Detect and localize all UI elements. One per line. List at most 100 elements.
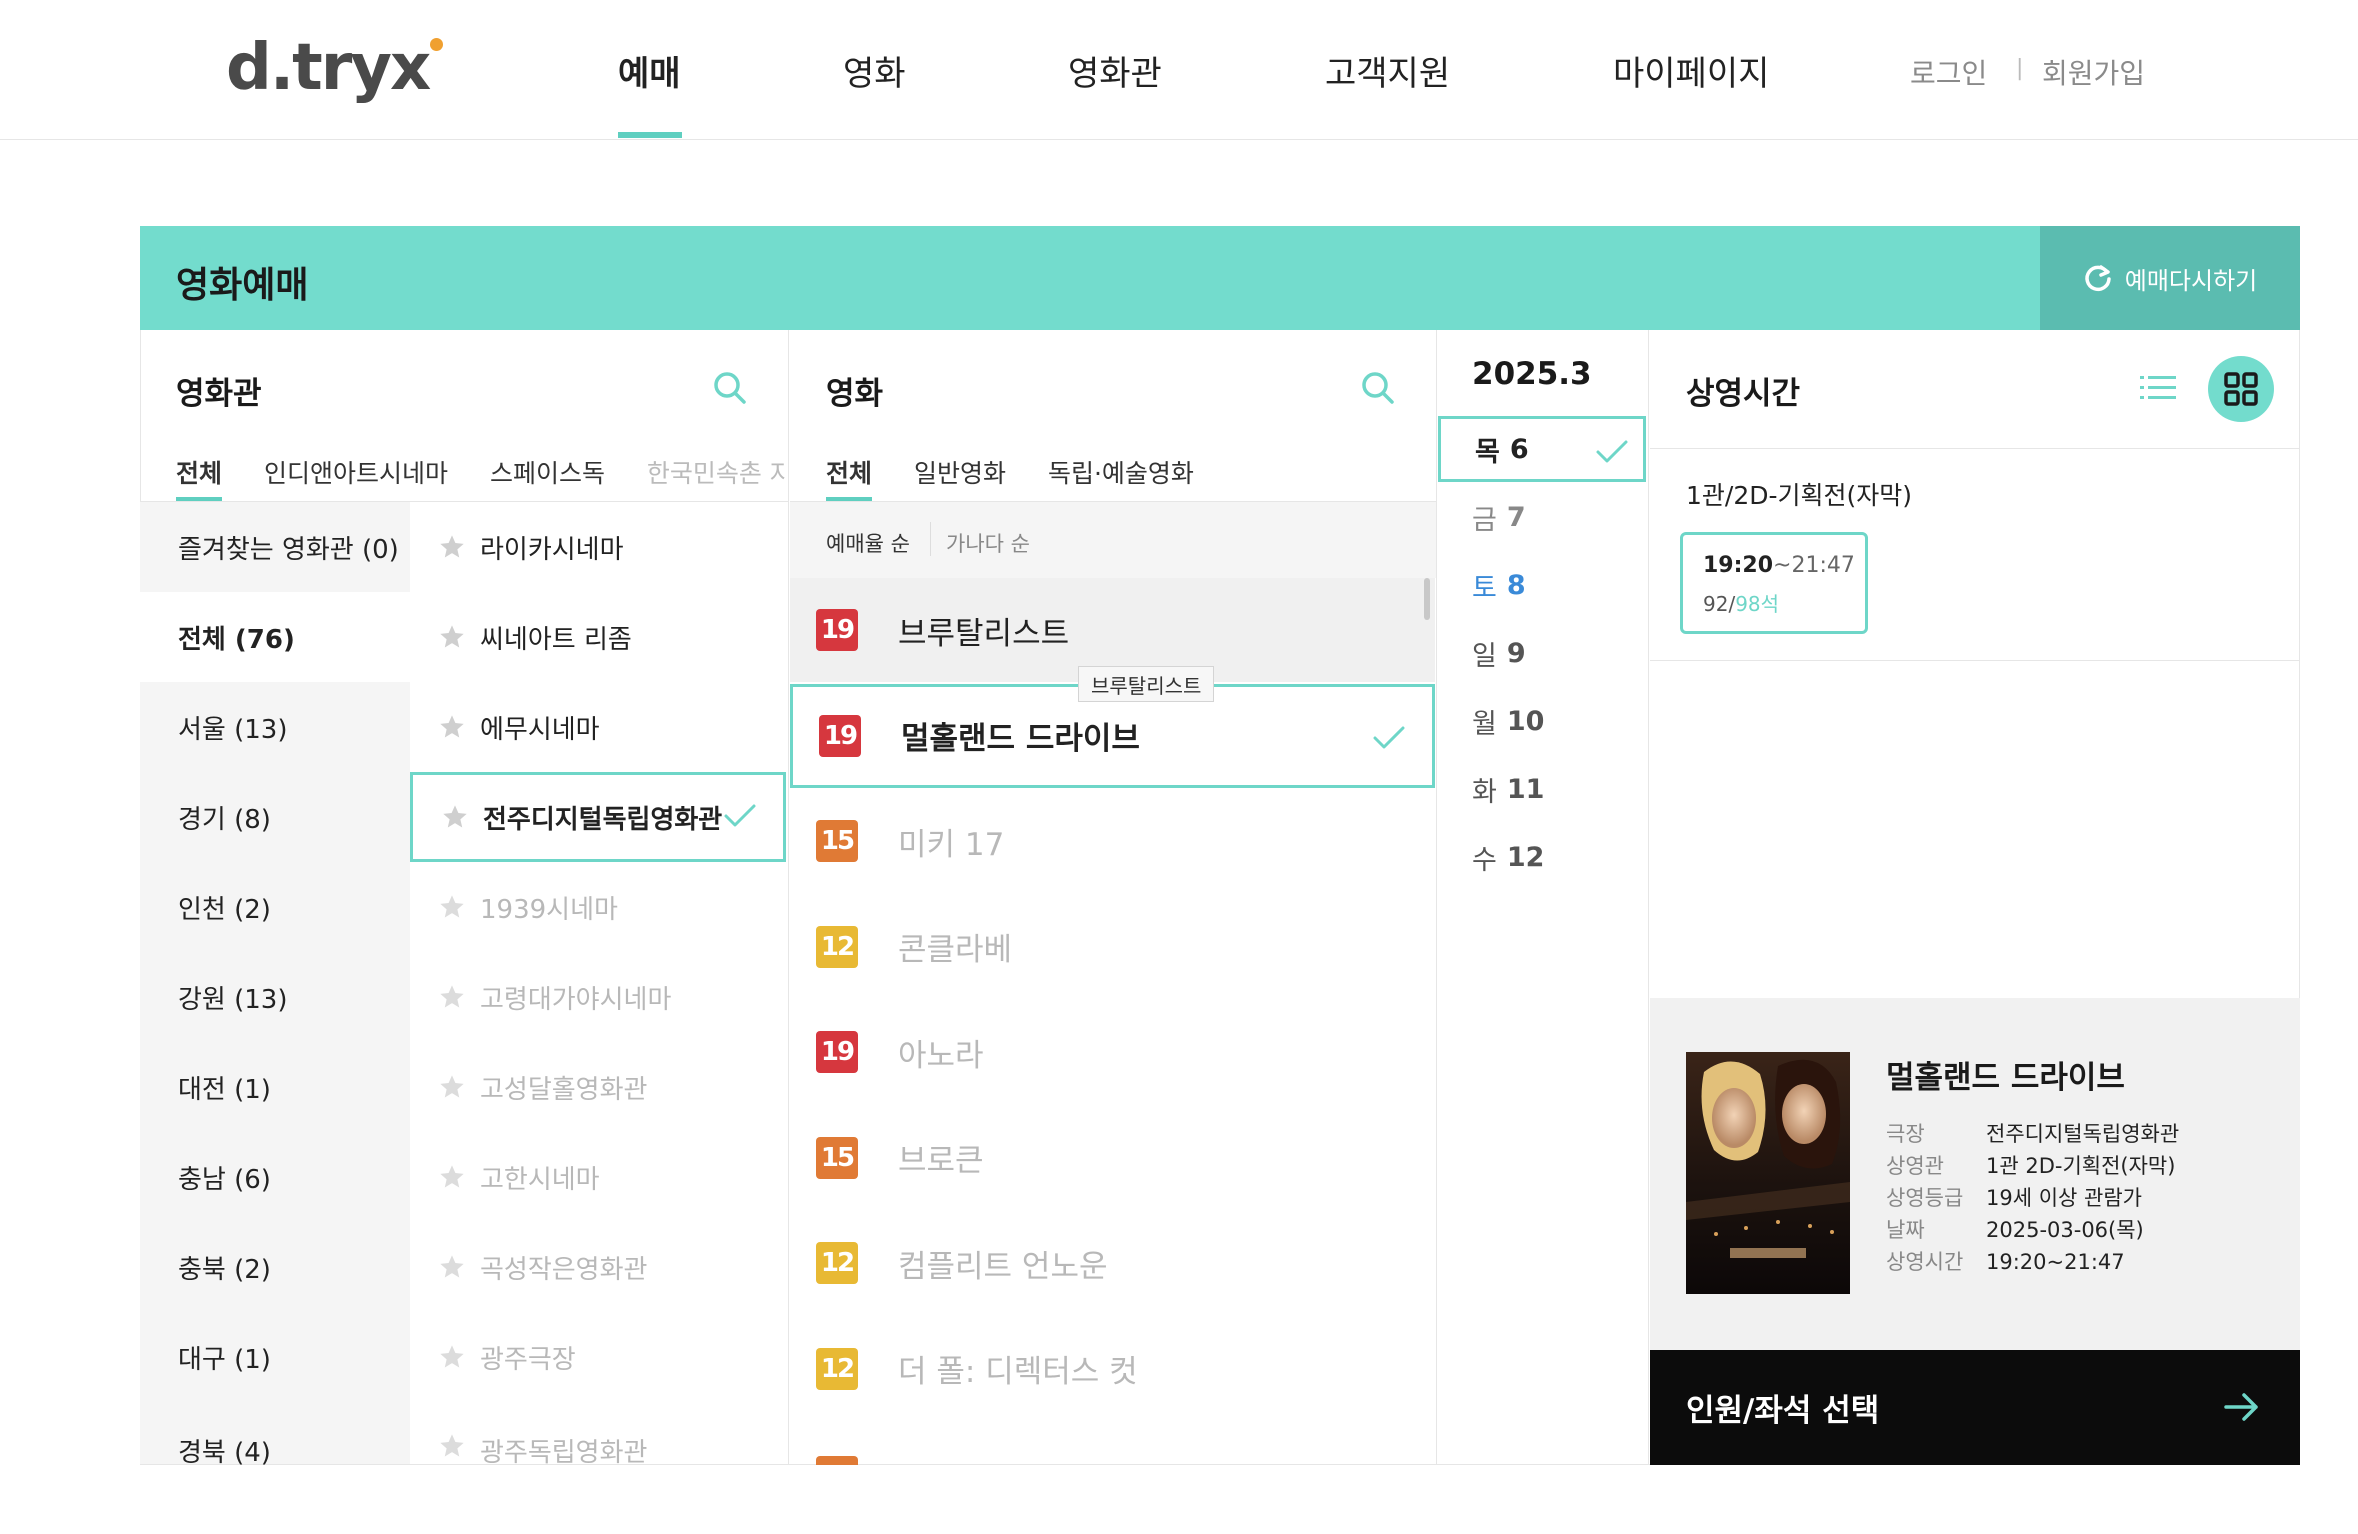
- region-daejeon[interactable]: 대전 (1): [140, 1042, 410, 1132]
- cinema-item[interactable]: 고성달홀영화관: [410, 1042, 786, 1132]
- movie-item[interactable]: 15 브로큰: [790, 1106, 1435, 1210]
- refresh-icon: [2085, 265, 2111, 292]
- cinema-item[interactable]: 전주디지털독립영화관: [410, 772, 786, 862]
- divider-2: [1436, 330, 1437, 1465]
- nav-cinemas[interactable]: 영화관: [1068, 46, 1162, 95]
- cinema-item[interactable]: 광주독립영화관: [410, 1402, 786, 1468]
- selected-check-icon: [724, 804, 756, 827]
- movie-item[interactable]: 12 더 폴: 디렉터스 컷: [790, 1317, 1435, 1421]
- favorite-star-icon[interactable]: [441, 803, 469, 831]
- date-item[interactable]: 금7: [1438, 484, 1646, 550]
- page-title: 영화예매: [176, 265, 309, 306]
- cinema-item[interactable]: 고한시네마: [410, 1132, 786, 1222]
- region-gangwon[interactable]: 강원 (13): [140, 952, 410, 1042]
- cinema-item[interactable]: 1939시네마: [410, 862, 786, 952]
- showtime-slot[interactable]: 19:20~21:47 92/98석: [1680, 532, 1868, 634]
- rebook-button[interactable]: 예매다시하기: [2040, 226, 2300, 330]
- date-item[interactable]: 일9: [1438, 620, 1646, 686]
- age-rating-badge: 15: [816, 820, 858, 862]
- favorite-star-icon[interactable]: [438, 1163, 466, 1191]
- movie-item[interactable]: 15 미키 17: [790, 789, 1435, 893]
- region-daegu[interactable]: 대구 (1): [140, 1312, 410, 1402]
- cinema-item[interactable]: 에무시네마: [410, 682, 786, 772]
- cinema-item[interactable]: 곡성작은영화관: [410, 1222, 786, 1312]
- favorite-star-icon[interactable]: [438, 893, 466, 921]
- cinema-item[interactable]: 씨네아트 리좀: [410, 592, 786, 682]
- signup-link[interactable]: 회원가입: [2042, 52, 2145, 92]
- date-number: 9: [1506, 637, 1526, 669]
- cinema-tab-all[interactable]: 전체: [176, 459, 222, 488]
- hall-name: 1관/2D-기획전(자막): [1686, 481, 1913, 510]
- cinema-search-icon[interactable]: [712, 370, 748, 406]
- region-gyeongbuk[interactable]: 경북 (4): [140, 1402, 410, 1468]
- movie-item[interactable]: 12 컴플리트 언노운: [790, 1211, 1435, 1315]
- nav-support[interactable]: 고객지원: [1325, 46, 1450, 95]
- movie-list-scrollbar[interactable]: [1424, 578, 1430, 620]
- date-item[interactable]: 토8: [1438, 552, 1646, 618]
- movie-item-title: 더 폴: 디렉터스 컷: [898, 1354, 1138, 1390]
- movie-item[interactable]: 19 아노라: [790, 1000, 1435, 1104]
- summary-date: 날짜 2025-03-06(목): [1886, 1218, 2144, 1242]
- region-seoul[interactable]: 서울 (13): [140, 682, 410, 772]
- cinema-item-label: 고성달홀영화관: [480, 1074, 648, 1105]
- sort-by-rate[interactable]: 예매율 순: [826, 528, 910, 558]
- date-item[interactable]: 수 12: [1438, 824, 1646, 890]
- cinema-item[interactable]: 광주극장: [410, 1312, 786, 1402]
- cinema-tab-indieart[interactable]: 인디앤아트시네마: [264, 459, 448, 488]
- favorite-star-icon[interactable]: [438, 713, 466, 741]
- grid-view-button[interactable]: [2208, 356, 2274, 422]
- movie-tab-indie[interactable]: 독립·예술영화: [1048, 459, 1194, 488]
- movie-tab-general[interactable]: 일반영화: [914, 459, 1006, 488]
- logo[interactable]: d.tryx: [226, 31, 444, 105]
- logo-text: d.tryx: [226, 31, 431, 105]
- cinema-panel-title: 영화관: [176, 376, 262, 412]
- booking-summary: 멀홀랜드 드라이브 극장 전주디지털독립영화관 상영관 1관 2D-기획전(자막) …: [1650, 998, 2300, 1350]
- date-weekday: 토: [1472, 572, 1497, 604]
- cinema-tab-folkvillage[interactable]: 한국민속촌 자동: [647, 459, 786, 488]
- date-item[interactable]: 화 11: [1438, 756, 1646, 822]
- divider-1: [788, 330, 789, 1465]
- age-rating-badge: 19: [819, 714, 861, 757]
- sort-by-name[interactable]: 가나다 순: [946, 528, 1030, 558]
- movie-item-title: 콘클라베: [898, 932, 1013, 968]
- login-link[interactable]: 로그인: [1910, 52, 1987, 92]
- favorite-star-icon[interactable]: [438, 533, 466, 561]
- favorite-star-icon[interactable]: [438, 1073, 466, 1101]
- list-view-icon[interactable]: [2140, 374, 2176, 402]
- sort-divider: [930, 522, 931, 556]
- favorite-star-icon[interactable]: [438, 983, 466, 1011]
- movie-item[interactable]: 12 콘클라베: [790, 895, 1435, 999]
- favorite-star-icon[interactable]: [438, 1343, 466, 1371]
- favorite-star-icon[interactable]: [438, 1253, 466, 1281]
- date-weekday: 금: [1472, 504, 1497, 536]
- region-favorites[interactable]: 즐겨찾는 영화관 (0): [140, 502, 410, 592]
- cinema-item[interactable]: 라이카시네마: [410, 502, 786, 592]
- age-rating-badge: 19: [816, 609, 858, 651]
- nav-booking[interactable]: 예매: [618, 46, 681, 95]
- booking-banner: 영화예매 예매다시하기: [140, 226, 2300, 330]
- region-chungnam[interactable]: 충남 (6): [140, 1132, 410, 1222]
- favorite-star-icon[interactable]: [438, 623, 466, 651]
- nav-mypage[interactable]: 마이페이지: [1613, 46, 1769, 95]
- select-seats-button[interactable]: 인원/좌석 선택: [1650, 1350, 2300, 1465]
- favorite-star-icon[interactable]: [438, 1432, 466, 1460]
- region-all[interactable]: 전체 (76): [140, 592, 410, 682]
- date-number: 8: [1506, 569, 1526, 601]
- region-gyeonggi[interactable]: 경기 (8): [140, 772, 410, 862]
- date-weekday: 화: [1472, 776, 1497, 808]
- date-item[interactable]: 목6: [1438, 416, 1646, 482]
- movie-poster: [1686, 1052, 1850, 1294]
- movie-search-icon[interactable]: [1360, 370, 1396, 406]
- nav-movies[interactable]: 영화: [843, 46, 906, 95]
- cinema-item-label: 씨네아트 리좀: [480, 624, 632, 655]
- movie-item-title: 브루탈리스트: [898, 615, 1070, 652]
- region-incheon[interactable]: 인천 (2): [140, 862, 410, 952]
- region-chungbuk[interactable]: 충북 (2): [140, 1222, 410, 1312]
- cinema-tab-spacedog[interactable]: 스페이스독: [490, 459, 605, 488]
- movie-tab-all[interactable]: 전체: [826, 459, 872, 488]
- showtime-panel-title: 상영시간: [1686, 376, 1801, 412]
- cinema-item-label: 광주독립영화관: [480, 1438, 648, 1468]
- selected-check-icon: [1373, 726, 1405, 748]
- date-item[interactable]: 월 10: [1438, 688, 1646, 754]
- cinema-item[interactable]: 고령대가야시네마: [410, 952, 786, 1042]
